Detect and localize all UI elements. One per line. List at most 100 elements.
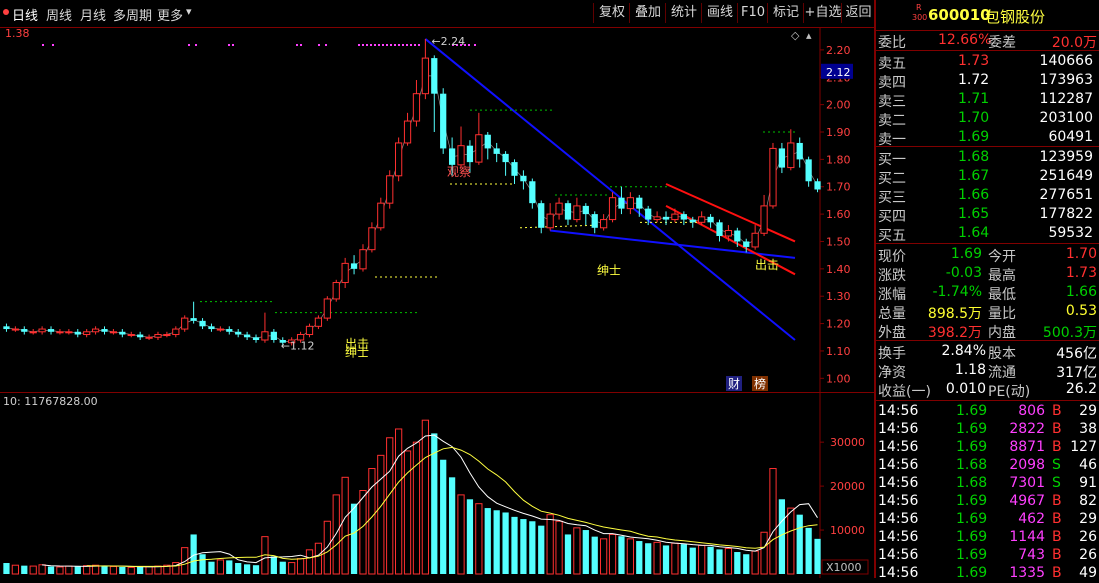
quote-value: 1.73 bbox=[1065, 265, 1097, 281]
volume-bar bbox=[538, 525, 545, 574]
volume-bar bbox=[760, 531, 768, 575]
signal-dot bbox=[390, 44, 392, 46]
order-price: 1.71 bbox=[958, 91, 990, 107]
volume-bar bbox=[137, 566, 144, 574]
chevron-down-icon[interactable]: ▾ bbox=[186, 5, 192, 18]
volume-bar bbox=[502, 512, 509, 574]
volume-bar bbox=[252, 565, 260, 574]
tab-weekly[interactable]: 周线 bbox=[46, 5, 72, 24]
tab-multi-period[interactable]: 多周期 bbox=[113, 5, 152, 24]
volume-bar bbox=[689, 547, 696, 574]
price-header-label: 1.38 bbox=[5, 28, 30, 40]
weicha-label: 委差 bbox=[988, 35, 1016, 51]
draw-line-button[interactable]: 画线 bbox=[701, 3, 738, 23]
volume-bar bbox=[305, 549, 314, 575]
volume-bar bbox=[707, 546, 714, 574]
candle-body bbox=[341, 262, 349, 284]
fundamental-value: 26.2 bbox=[1065, 381, 1097, 397]
divider bbox=[876, 146, 1099, 147]
order-label: 卖五 bbox=[878, 56, 906, 72]
signal-dot bbox=[232, 44, 234, 46]
volume-bar bbox=[751, 550, 759, 575]
volume-bar bbox=[653, 541, 661, 575]
tick-price: 1.69 bbox=[956, 529, 988, 545]
buy-order-row: 买二 1.67 251649 bbox=[876, 168, 1099, 187]
tick-time: 14:56 bbox=[878, 529, 919, 545]
volume-bar bbox=[618, 536, 625, 574]
order-volume: 123959 bbox=[1039, 149, 1093, 165]
quote-label: 今开 bbox=[988, 249, 1016, 265]
volume-tick-label: 10000 bbox=[830, 524, 865, 537]
candle-body bbox=[386, 175, 394, 204]
restore-rights-button[interactable]: 复权 bbox=[593, 3, 630, 23]
candle-body bbox=[208, 326, 215, 330]
signal-dot bbox=[325, 44, 327, 46]
tick-price: 1.69 bbox=[956, 493, 988, 509]
candle-body bbox=[529, 181, 536, 204]
quote-label: 外盘 bbox=[878, 325, 906, 341]
candle-body bbox=[47, 329, 55, 332]
candle-body bbox=[261, 331, 269, 341]
tab-monthly[interactable]: 月线 bbox=[80, 5, 106, 24]
quote-label: 总量 bbox=[878, 306, 906, 322]
candle-body bbox=[350, 263, 358, 269]
candle-body bbox=[466, 145, 474, 163]
price-chart-svg[interactable]: 2.202.102.001.901.801.701.601.501.401.30… bbox=[0, 27, 874, 392]
candle-body bbox=[305, 325, 314, 336]
tick-side: B bbox=[1052, 493, 1062, 509]
tab-daily[interactable]: 日线 bbox=[12, 5, 38, 24]
add-favorite-button[interactable]: +自选 bbox=[803, 3, 842, 23]
signal-dot bbox=[228, 44, 230, 46]
tab-more[interactable]: 更多 bbox=[157, 5, 183, 24]
tick-price: 1.69 bbox=[956, 421, 988, 437]
volume-bar bbox=[21, 565, 28, 574]
price-chart[interactable]: 2.202.102.001.901.801.701.601.501.401.30… bbox=[0, 27, 874, 392]
signal-dot bbox=[406, 44, 408, 46]
price-tick-label: 1.00 bbox=[826, 372, 851, 385]
overlay-button[interactable]: 叠加 bbox=[629, 3, 666, 23]
candle-body bbox=[270, 331, 277, 340]
fundamental-label: 收益(一) bbox=[878, 384, 931, 400]
candle-body bbox=[538, 203, 545, 228]
volume-bar bbox=[377, 454, 385, 575]
candle-body bbox=[235, 331, 242, 335]
mark-button[interactable]: 标记 bbox=[767, 3, 804, 23]
order-label: 买四 bbox=[878, 209, 906, 225]
price-tick-label: 1.80 bbox=[826, 153, 851, 166]
buy-order-row: 买五 1.64 59532 bbox=[876, 225, 1099, 244]
volume-unit: X1000 bbox=[826, 561, 862, 574]
f10-button[interactable]: F10 bbox=[737, 3, 768, 23]
volume-bar bbox=[493, 510, 500, 574]
volume-bar bbox=[119, 566, 126, 574]
tick-price: 1.68 bbox=[956, 457, 988, 473]
volume-bar bbox=[47, 566, 55, 574]
back-button[interactable]: 返回 bbox=[841, 3, 875, 23]
volume-chart[interactable]: 10: 11767828.00 30000 20000 10000 X1000 bbox=[0, 393, 874, 578]
signal-dot bbox=[374, 44, 376, 46]
order-volume: 112287 bbox=[1039, 91, 1093, 107]
price-tick-label: 1.70 bbox=[826, 181, 851, 194]
signal-dot bbox=[410, 44, 412, 46]
candle-body bbox=[662, 216, 670, 220]
volume-tick-label: 30000 bbox=[830, 436, 865, 449]
tick-volume: 4967 bbox=[1009, 493, 1045, 509]
buy-order-row: 买三 1.66 277651 bbox=[876, 187, 1099, 206]
stock-header: R 300 600010 包钢股份 bbox=[876, 0, 1099, 30]
divider bbox=[876, 243, 1099, 244]
volume-bar bbox=[288, 562, 296, 575]
candle-body bbox=[716, 222, 723, 236]
high-marker: ←2.24 bbox=[431, 35, 465, 48]
annotation-guancha: 观察 bbox=[447, 165, 471, 179]
index-tag-top: R bbox=[916, 3, 922, 12]
candle-body bbox=[743, 241, 750, 247]
diamond-icon: ◇ bbox=[791, 29, 800, 42]
volume-bar bbox=[412, 441, 421, 575]
tick-price: 1.68 bbox=[956, 475, 988, 491]
quote-row: 涨幅 -1.74% 最低 1.66 bbox=[876, 284, 1099, 303]
volume-bar bbox=[83, 565, 91, 575]
candle-body bbox=[680, 214, 687, 220]
statistics-button[interactable]: 统计 bbox=[665, 3, 702, 23]
candle-body bbox=[760, 205, 768, 234]
volume-chart-svg[interactable]: 10: 11767828.00 30000 20000 10000 X1000 bbox=[0, 393, 874, 578]
tick-row: 14:56 1.69 462 B 29 bbox=[876, 511, 1099, 529]
